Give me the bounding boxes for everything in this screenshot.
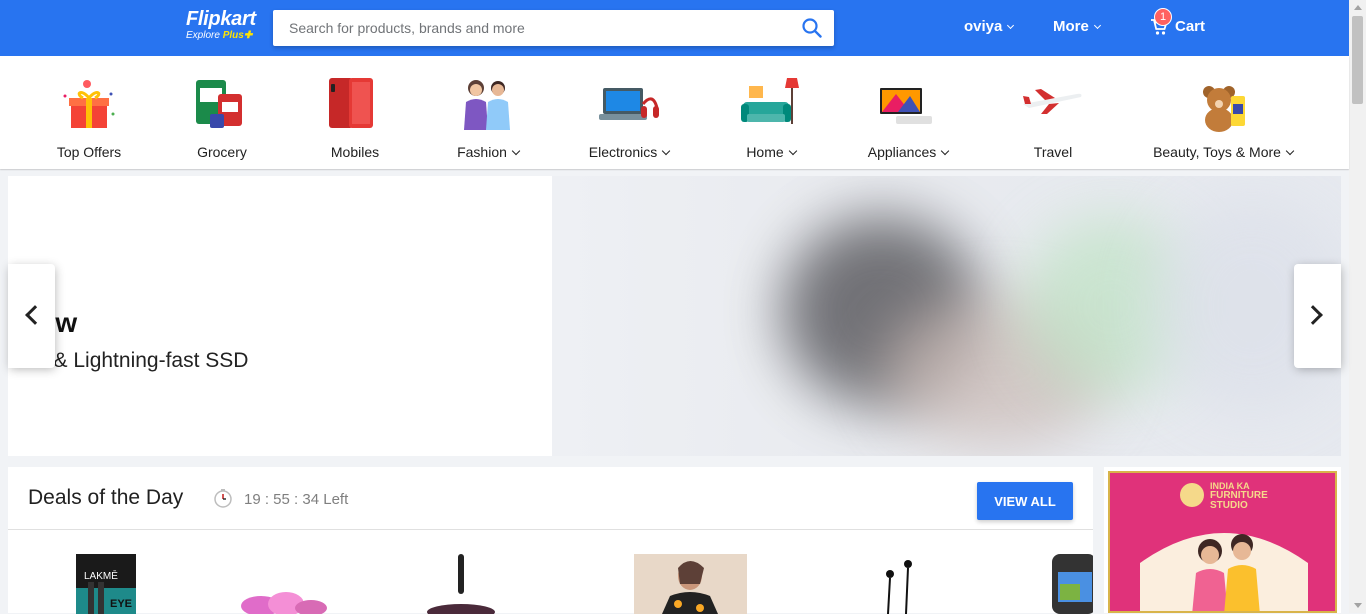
category-label: Grocery (197, 144, 247, 160)
teddy-bear-icon (1191, 74, 1255, 138)
more-menu[interactable]: More (1053, 18, 1101, 35)
deals-of-the-day-section: Deals of the Day 19 : 55 : 34 Left VIEW … (8, 467, 1093, 614)
sofa-lamp-icon (739, 74, 803, 138)
category-label: Home (701, 144, 841, 160)
carousel-next-button[interactable] (1294, 264, 1341, 368)
category-travel[interactable]: Travel (983, 74, 1123, 160)
airplane-icon (1021, 74, 1085, 138)
deals-timer: 19 : 55 : 34 Left (244, 491, 349, 508)
earphones-image (886, 560, 912, 614)
user-name: oviya (964, 18, 1003, 35)
search-icon[interactable] (802, 18, 822, 38)
flipkart-logo[interactable]: Flipkart Explore Plus✚ (186, 9, 256, 42)
category-label-text: Home (746, 144, 784, 160)
plus-icon: ✚ (243, 30, 253, 41)
chevron-down-icon (788, 146, 797, 156)
furniture-ad-banner[interactable]: INDIA KA FURNITURE STUDIO (1104, 467, 1341, 613)
fashion-models-icon (456, 74, 520, 138)
scroll-down-arrow[interactable] (1354, 603, 1362, 608)
category-top-offers[interactable]: Top Offers (19, 74, 159, 160)
laptop-headphones-icon (597, 74, 661, 138)
category-appliances[interactable]: Appliances (838, 74, 978, 160)
ad-line-3-text: STUDIO (1210, 500, 1248, 511)
category-label: Fashion (418, 144, 558, 160)
deals-header: Deals of the Day 19 : 55 : 34 Left VIEW … (8, 467, 1093, 530)
chevron-down-icon (1285, 146, 1295, 156)
chevron-left-icon (25, 305, 45, 325)
category-electronics[interactable]: Electronics (559, 74, 699, 160)
ad-line-2: FURNITURE STUDIO (1210, 491, 1268, 511)
deal-product-phone[interactable] (1048, 554, 1093, 614)
search-box (273, 10, 834, 46)
deal-product-earphones[interactable] (876, 554, 926, 614)
chevron-right-icon (1303, 305, 1323, 325)
gift-box-icon (57, 74, 121, 138)
hero-banner[interactable]: eries Now ssor & Lightning-fast SSD (8, 176, 1341, 456)
deal-product-pan[interactable] (426, 554, 506, 614)
banner-text-panel: eries Now ssor & Lightning-fast SSD (8, 176, 552, 456)
cart-button[interactable]: 1 Cart (1150, 8, 1206, 35)
logo-tagline: Explore Plus✚ (186, 30, 256, 42)
category-beauty-toys[interactable]: Beauty, Toys & More (1153, 74, 1295, 160)
page-scrollbar[interactable] (1349, 0, 1366, 613)
more-label: More (1053, 18, 1089, 35)
deal-product-dress[interactable] (634, 554, 747, 614)
logo-explore: Explore (186, 30, 220, 41)
category-label: Travel (1033, 144, 1073, 160)
category-label-text: Fashion (457, 144, 507, 160)
category-fashion[interactable]: Fashion (418, 74, 558, 160)
search-input[interactable] (273, 10, 783, 46)
user-menu[interactable]: oviya (964, 18, 1015, 35)
category-label: Appliances (838, 144, 978, 160)
cart-count-badge: 1 (1154, 8, 1172, 26)
flower-decor-image (241, 592, 327, 614)
deal-product-lakme[interactable]: LAKMĒ EYE (74, 554, 138, 614)
scroll-up-arrow[interactable] (1354, 5, 1362, 10)
deal-product-flowers[interactable] (226, 554, 376, 614)
feature-phone-image (1052, 554, 1093, 614)
category-mobiles[interactable]: Mobiles (285, 74, 425, 160)
chevron-down-icon (1093, 21, 1101, 30)
ad-creative: INDIA KA FURNITURE STUDIO (1108, 471, 1337, 613)
category-label: Top Offers (56, 144, 122, 160)
deal-product-text: EYE (110, 598, 133, 610)
category-bar: Top Offers Grocery Mobiles Fashion Elect… (0, 56, 1349, 169)
category-label: Beauty, Toys & More (1153, 144, 1295, 160)
smartphone-icon (323, 74, 387, 138)
deal-brand-text: LAKMĒ (84, 571, 118, 582)
header-bar: Flipkart Explore Plus✚ oviya More 1 Cart (0, 0, 1349, 56)
scrollbar-thumb[interactable] (1352, 16, 1363, 104)
chevron-down-icon (941, 146, 950, 156)
view-all-button[interactable]: VIEW ALL (977, 482, 1073, 520)
frying-pan-image (427, 554, 495, 614)
chevron-down-icon (661, 146, 671, 156)
category-label: Electronics (559, 144, 699, 160)
timer-clock-icon (214, 489, 232, 508)
logo-brand: Flipkart (186, 8, 256, 30)
banner-image (552, 176, 1341, 456)
tv-appliance-icon (876, 74, 940, 138)
category-grocery[interactable]: Grocery (152, 74, 292, 160)
grocery-pack-icon (190, 74, 254, 138)
category-label-text: Appliances (867, 144, 937, 160)
carousel-prev-button[interactable] (8, 264, 55, 368)
model-dress-image (662, 561, 718, 614)
logo-plus: Plus (222, 30, 244, 41)
chevron-down-icon (1007, 21, 1015, 30)
category-label: Mobiles (330, 144, 380, 160)
chevron-down-icon (511, 146, 521, 156)
cart-label: Cart (1175, 18, 1206, 35)
deals-title: Deals of the Day (28, 486, 184, 509)
category-label-text: Electronics (588, 144, 658, 160)
category-label-text: Beauty, Toys & More (1153, 144, 1281, 160)
category-home[interactable]: Home (701, 74, 841, 160)
